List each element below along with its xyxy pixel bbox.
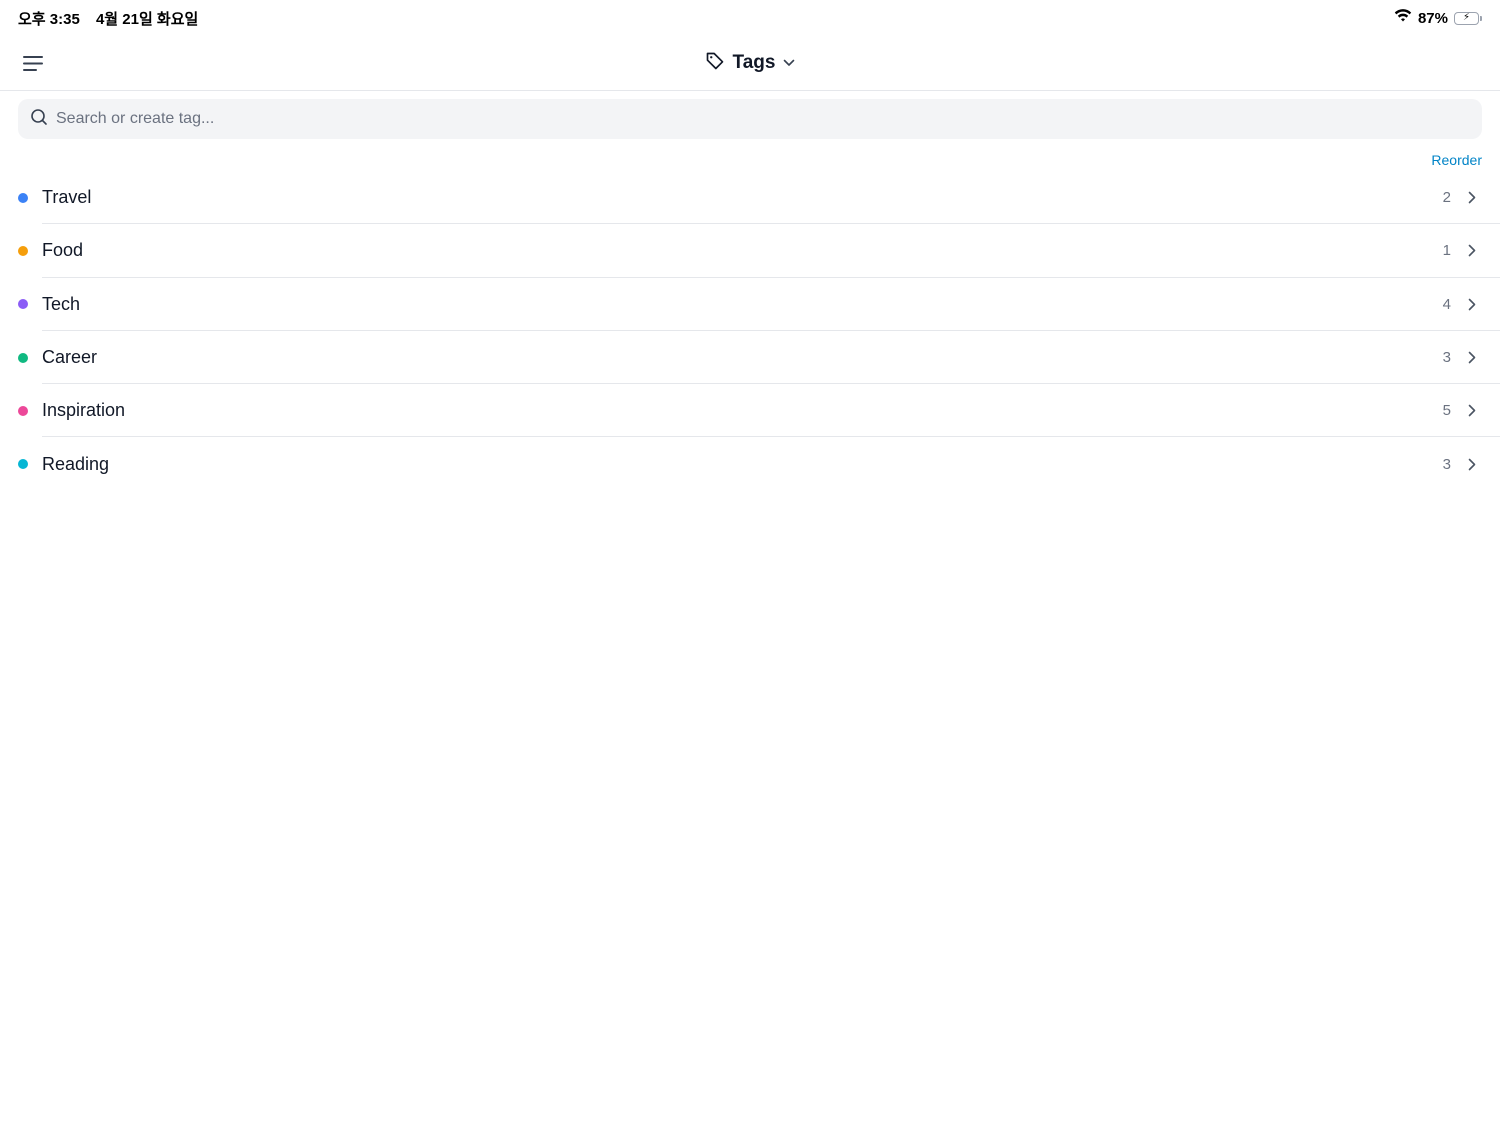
- chevron-right-icon: [1466, 457, 1478, 471]
- tag-row-food[interactable]: Food 1: [0, 224, 1500, 278]
- page-title: Tags: [732, 52, 776, 73]
- wifi-icon: [1394, 9, 1412, 27]
- tag-label: Travel: [42, 187, 92, 208]
- chevron-right-icon: [1466, 244, 1478, 258]
- status-bar: 오후 3:35 4월 21일 화요일 87% ⚡: [0, 0, 1500, 36]
- status-date: 4월 21일 화요일: [95, 10, 199, 28]
- tag-row-reading[interactable]: Reading 3: [0, 437, 1500, 490]
- tag-count: 3: [1442, 349, 1451, 367]
- tag-count: 1: [1442, 242, 1451, 260]
- status-bar-left: 오후 3:35 4월 21일 화요일: [18, 8, 210, 29]
- tag-row-tech[interactable]: Tech 4: [0, 278, 1500, 332]
- title-dropdown[interactable]: Tags: [705, 51, 796, 76]
- tag-label: Food: [42, 240, 84, 261]
- tag-color-dot: [18, 459, 28, 470]
- tag-count: 2: [1442, 189, 1451, 207]
- battery-icon: ⚡: [1454, 11, 1482, 25]
- tag-count: 3: [1442, 455, 1451, 473]
- tag-label: Inspiration: [42, 400, 126, 421]
- status-bar-right: 87% ⚡: [1394, 9, 1482, 27]
- chevron-right-icon: [1466, 297, 1478, 311]
- tag-color-dot: [18, 405, 28, 416]
- tag-row-career[interactable]: Career 3: [0, 331, 1500, 385]
- tag-color-dot: [18, 192, 28, 203]
- search-bar: [18, 99, 1482, 139]
- charging-bolt-icon: ⚡: [1462, 12, 1471, 23]
- tag-color-dot: [18, 245, 28, 256]
- reorder-button[interactable]: Reorder: [1431, 152, 1482, 168]
- top-bar: Tags: [0, 36, 1500, 91]
- chevron-right-icon: [1466, 351, 1478, 365]
- tag-label: Reading: [42, 453, 110, 474]
- chevron-right-icon: [1466, 191, 1478, 205]
- chevron-right-icon: [1466, 404, 1478, 418]
- tag-icon: [705, 51, 725, 76]
- status-time: 오후 3:35: [18, 10, 80, 28]
- tag-list: Travel 2 Food 1 Tech 4 Career 3 Inspirat…: [0, 171, 1500, 491]
- tag-row-travel[interactable]: Travel 2: [0, 171, 1500, 225]
- chevron-down-icon: [783, 54, 795, 72]
- search-icon: [30, 108, 48, 131]
- tag-row-inspiration[interactable]: Inspiration 5: [0, 384, 1500, 438]
- tag-color-dot: [18, 352, 28, 363]
- search-input[interactable]: [56, 110, 1470, 128]
- hamburger-menu-icon[interactable]: [18, 48, 48, 78]
- tag-color-dot: [18, 299, 28, 310]
- tag-count: 4: [1442, 295, 1451, 313]
- tag-label: Career: [42, 347, 98, 368]
- tag-label: Tech: [42, 293, 81, 314]
- tag-count: 5: [1442, 402, 1451, 420]
- battery-percent: 87%: [1417, 9, 1448, 27]
